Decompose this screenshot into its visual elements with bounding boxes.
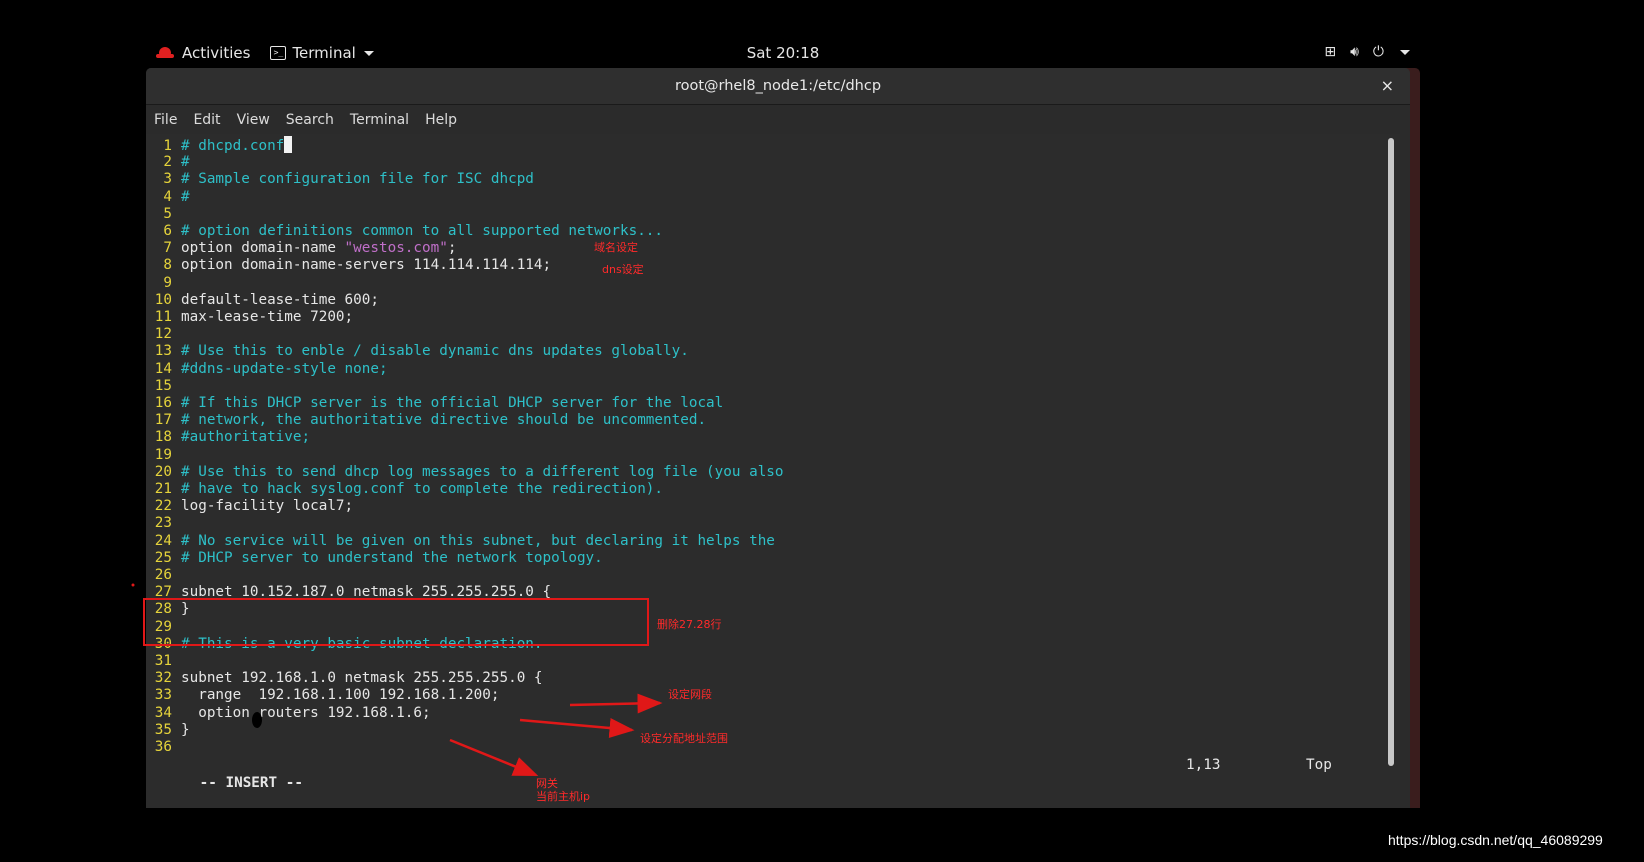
annotation-blot	[252, 712, 262, 728]
arrow-range	[519, 718, 635, 738]
arrow-subnet	[569, 693, 663, 714]
arrow-gateway	[449, 738, 539, 777]
annotation-dot	[131, 583, 135, 587]
annotation-arrows	[131, 583, 663, 777]
watermark: https://blog.csdn.net/qq_46089299	[1388, 832, 1603, 848]
